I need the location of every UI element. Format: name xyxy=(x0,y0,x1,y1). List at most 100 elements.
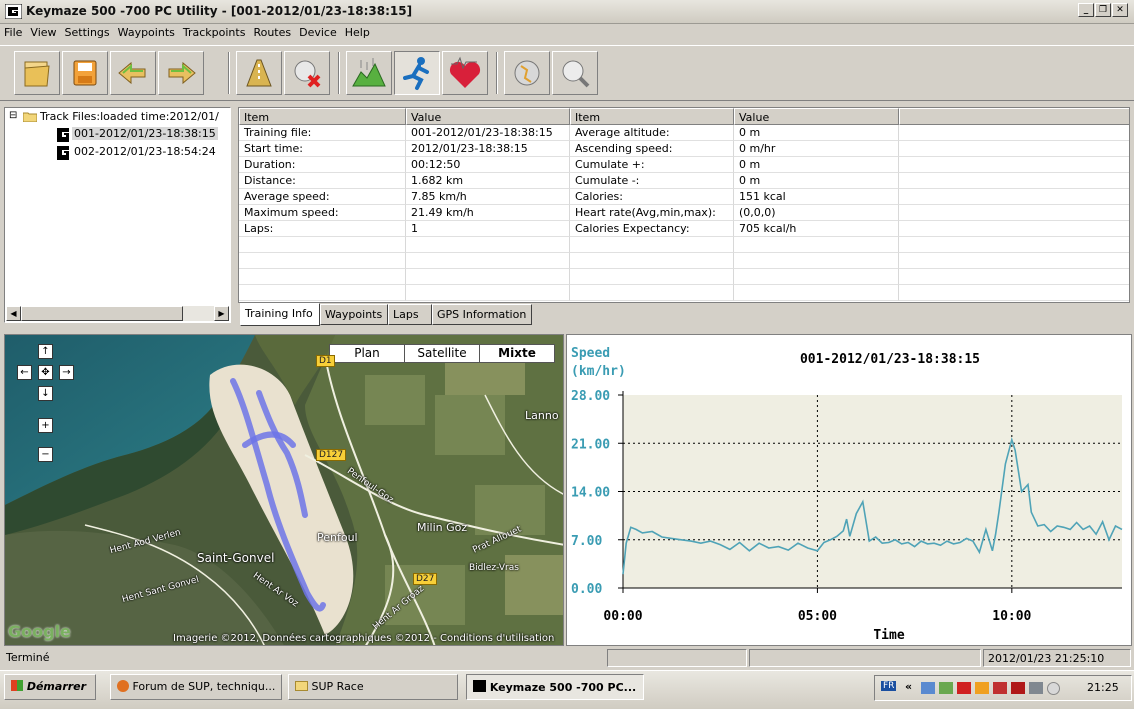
column-header[interactable]: Item xyxy=(239,108,406,125)
speed-button[interactable] xyxy=(394,51,440,95)
tray-clock[interactable]: 21:25 xyxy=(1087,681,1119,694)
grid-item-cell[interactable]: Average speed: xyxy=(239,189,406,205)
grid-empty-cell[interactable] xyxy=(570,237,734,253)
tree-item[interactable]: 002-2012/01/23-18:54:24 xyxy=(74,145,216,158)
grid-value-cell[interactable]: 7.85 km/h xyxy=(406,189,570,205)
grid-empty-cell[interactable] xyxy=(899,125,1129,141)
grid-empty-cell[interactable] xyxy=(239,285,406,301)
minimize-button[interactable]: _ xyxy=(1078,3,1094,17)
grid-empty-cell[interactable] xyxy=(899,157,1129,173)
grid-empty-cell[interactable] xyxy=(239,253,406,269)
menu-routes[interactable]: Routes xyxy=(249,24,295,39)
pan-down-icon[interactable]: ↓ xyxy=(38,386,53,401)
menu-trackpoints[interactable]: Trackpoints xyxy=(179,24,250,39)
pdf-icon[interactable] xyxy=(957,682,971,694)
grid-empty-cell[interactable] xyxy=(406,237,570,253)
pan-center-icon[interactable]: ✥ xyxy=(38,365,53,380)
maximize-button[interactable]: ❐ xyxy=(1095,3,1111,17)
grid-empty-cell[interactable] xyxy=(899,269,1129,285)
grid-value-cell[interactable]: 0 m/hr xyxy=(734,141,899,157)
update-icon[interactable] xyxy=(975,682,989,694)
column-header[interactable]: Value xyxy=(406,108,570,125)
taskbar-item-folder[interactable]: SUP Race xyxy=(288,674,458,700)
grid-value-cell[interactable]: 1 xyxy=(406,221,570,237)
wifi-icon[interactable] xyxy=(939,682,953,694)
grid-value-cell[interactable]: 0 m xyxy=(734,125,899,141)
grid-item-cell[interactable]: Calories: xyxy=(570,189,734,205)
grid-item-cell[interactable]: Distance: xyxy=(239,173,406,189)
grid-item-cell[interactable]: Ascending speed: xyxy=(570,141,734,157)
grid-value-cell[interactable]: 705 kcal/h xyxy=(734,221,899,237)
map-view[interactable]: Plan Satellite Mixte ↑ ← ✥ → ↓ + − D1 D1… xyxy=(4,334,564,646)
grid-value-cell[interactable]: 1.682 km xyxy=(406,173,570,189)
grid-empty-cell[interactable] xyxy=(899,237,1129,253)
grid-empty-cell[interactable] xyxy=(734,269,899,285)
grid-value-cell[interactable]: 2012/01/23-18:38:15 xyxy=(406,141,570,157)
network-icon[interactable] xyxy=(921,682,935,694)
tree-root-label[interactable]: Track Files:loaded time:2012/01/ xyxy=(40,110,219,123)
security-icon[interactable] xyxy=(993,682,1007,694)
grid-value-cell[interactable]: 21.49 km/h xyxy=(406,205,570,221)
zoom-out-icon[interactable]: − xyxy=(38,447,53,462)
tab-training-info[interactable]: Training Info xyxy=(240,303,320,326)
grid-empty-cell[interactable] xyxy=(734,253,899,269)
tab-gps-information[interactable]: GPS Information xyxy=(432,304,532,325)
grid-value-cell[interactable]: 001-2012/01/23-18:38:15 xyxy=(406,125,570,141)
tab-laps[interactable]: Laps xyxy=(388,304,432,325)
column-header[interactable]: Value xyxy=(734,108,899,125)
grid-empty-cell[interactable] xyxy=(734,285,899,301)
menu-device[interactable]: Device xyxy=(295,24,341,39)
download-button[interactable] xyxy=(110,51,156,95)
bluetooth-icon[interactable] xyxy=(1029,682,1043,694)
upload-button[interactable] xyxy=(158,51,204,95)
pan-right-icon[interactable]: → xyxy=(59,365,74,380)
grid-value-cell[interactable]: 151 kcal xyxy=(734,189,899,205)
grid-item-cell[interactable]: Training file: xyxy=(239,125,406,141)
grid-item-cell[interactable]: Cumulate -: xyxy=(570,173,734,189)
menu-help[interactable]: Help xyxy=(341,24,374,39)
map-mode-mixte[interactable]: Mixte xyxy=(479,344,555,363)
save-button[interactable] xyxy=(62,51,108,95)
grid-value-cell[interactable]: 00:12:50 xyxy=(406,157,570,173)
grid-empty-cell[interactable] xyxy=(406,269,570,285)
taskbar-item-firefox[interactable]: Forum de SUP, techniqu... xyxy=(110,674,282,700)
menu-settings[interactable]: Settings xyxy=(61,24,114,39)
title-bar[interactable]: Keymaze 500 -700 PC Utility - [001-2012/… xyxy=(0,0,1134,24)
grid-item-cell[interactable]: Maximum speed: xyxy=(239,205,406,221)
tree-item[interactable]: 001-2012/01/23-18:38:15 xyxy=(72,127,218,140)
grid-item-cell[interactable]: Heart rate(Avg,min,max): xyxy=(570,205,734,221)
grid-item-cell[interactable]: Laps: xyxy=(239,221,406,237)
globe-button[interactable] xyxy=(504,51,550,95)
open-button[interactable] xyxy=(14,51,60,95)
pan-up-icon[interactable]: ↑ xyxy=(38,344,53,359)
grid-value-cell[interactable]: (0,0,0) xyxy=(734,205,899,221)
map-mode-satellite[interactable]: Satellite xyxy=(404,344,480,363)
scroll-left-icon[interactable]: ◀ xyxy=(6,306,21,321)
tree-horizontal-scrollbar[interactable]: ◀ ▶ xyxy=(6,306,229,321)
grid-empty-cell[interactable] xyxy=(406,253,570,269)
grid-item-cell[interactable]: Duration: xyxy=(239,157,406,173)
language-indicator[interactable]: FR xyxy=(881,681,897,691)
grid-item-cell[interactable]: Average altitude: xyxy=(570,125,734,141)
flash-icon[interactable] xyxy=(1011,682,1025,694)
grid-empty-cell[interactable] xyxy=(899,221,1129,237)
grid-empty-cell[interactable] xyxy=(899,205,1129,221)
grid-value-cell[interactable]: 0 m xyxy=(734,157,899,173)
tab-waypoints[interactable]: Waypoints xyxy=(320,304,388,325)
route-button[interactable] xyxy=(236,51,282,95)
grid-empty-cell[interactable] xyxy=(899,285,1129,301)
grid-empty-cell[interactable] xyxy=(239,237,406,253)
grid-empty-cell[interactable] xyxy=(239,269,406,285)
tree-expander-icon[interactable]: ⊟ xyxy=(9,110,17,121)
grid-empty-cell[interactable] xyxy=(570,269,734,285)
grid-item-cell[interactable]: Cumulate +: xyxy=(570,157,734,173)
map-copyright[interactable]: Imagerie ©2012, Données cartographiques … xyxy=(173,633,554,644)
start-button[interactable]: Démarrer xyxy=(4,674,96,700)
map-search-button[interactable] xyxy=(552,51,598,95)
menu-view[interactable]: View xyxy=(26,24,60,39)
altitude-button[interactable] xyxy=(346,51,392,95)
scroll-thumb[interactable] xyxy=(21,306,183,321)
zoom-in-icon[interactable]: + xyxy=(38,418,53,433)
map-mode-plan[interactable]: Plan xyxy=(329,344,405,363)
grid-empty-cell[interactable] xyxy=(570,285,734,301)
